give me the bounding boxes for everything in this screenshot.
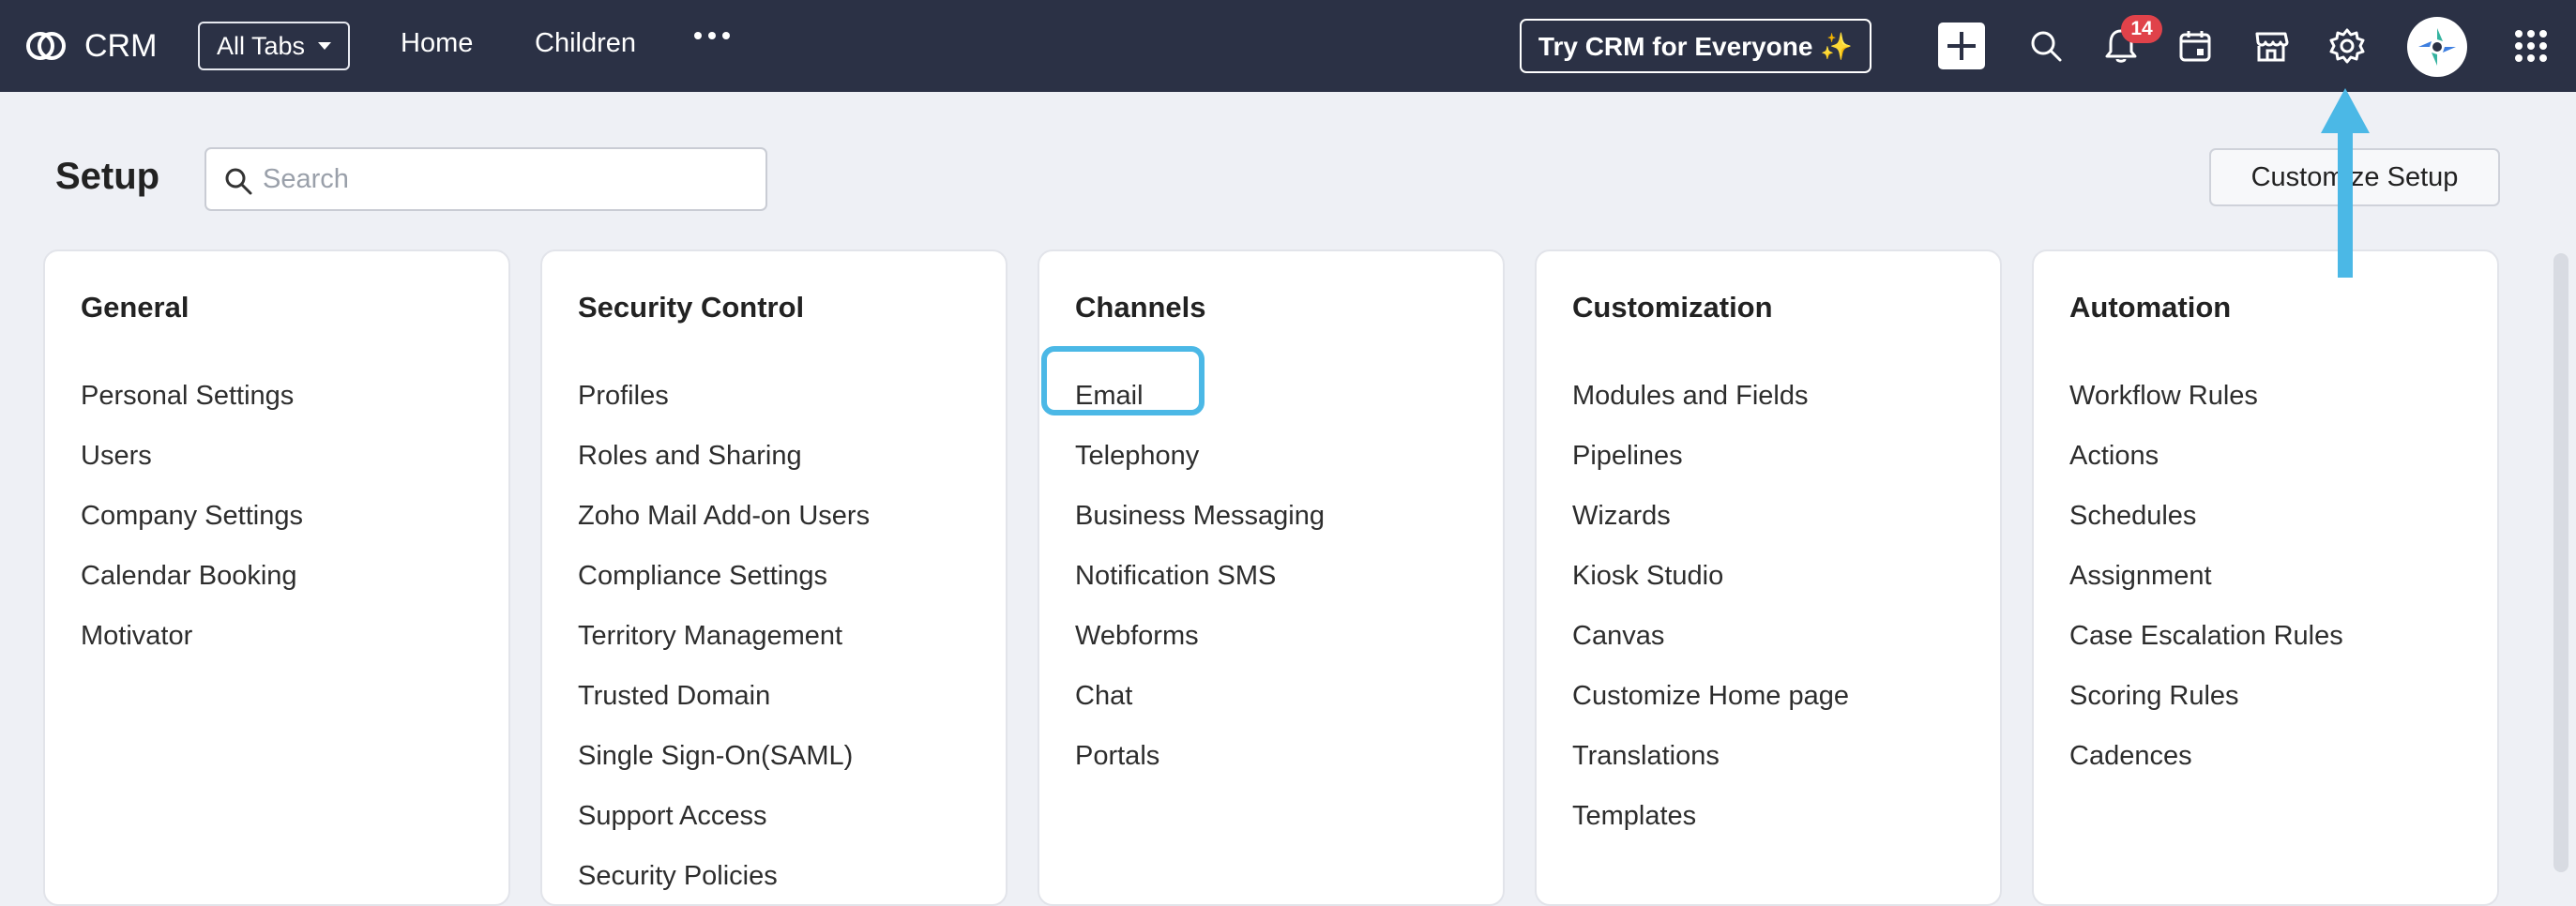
card-item-list: Email Telephony Business Messaging Notif… (1075, 366, 1325, 786)
setup-link-pipelines[interactable]: Pipelines (1572, 426, 1849, 486)
search-icon (225, 168, 252, 195)
setup-link-webforms[interactable]: Webforms (1075, 606, 1325, 666)
all-tabs-label: All Tabs (217, 31, 306, 60)
setup-link-cadences[interactable]: Cadences (2069, 726, 2343, 786)
card-item-list: Profiles Roles and Sharing Zoho Mail Add… (578, 366, 870, 906)
gear-icon[interactable] (2328, 27, 2366, 65)
setup-link-territory-management[interactable]: Territory Management (578, 606, 870, 666)
setup-link-calendar-booking[interactable]: Calendar Booking (81, 546, 303, 606)
more-horizontal-icon[interactable] (694, 32, 730, 39)
card-title: Customization (1572, 291, 1773, 324)
page-title: Setup (55, 156, 160, 197)
arrow-up-icon (2321, 88, 2370, 278)
setup-link-company-settings[interactable]: Company Settings (81, 486, 303, 546)
app-grid-icon[interactable] (2515, 30, 2547, 62)
setup-link-templates[interactable]: Templates (1572, 786, 1849, 846)
all-tabs-dropdown[interactable]: All Tabs (198, 22, 350, 70)
card-automation: Automation Workflow Rules Actions Schedu… (2032, 249, 2499, 906)
email-highlight-box (1041, 346, 1205, 415)
caret-down-icon (318, 42, 332, 50)
card-title: Channels (1075, 291, 1206, 324)
setup-link-personal-settings[interactable]: Personal Settings (81, 366, 303, 426)
setup-link-kiosk-studio[interactable]: Kiosk Studio (1572, 546, 1849, 606)
plus-icon[interactable] (1938, 23, 1985, 69)
setup-link-wizards[interactable]: Wizards (1572, 486, 1849, 546)
notification-count-badge: 14 (2121, 15, 2162, 43)
card-item-list: Workflow Rules Actions Schedules Assignm… (2069, 366, 2343, 786)
setup-link-compliance-settings[interactable]: Compliance Settings (578, 546, 870, 606)
setup-link-scoring-rules[interactable]: Scoring Rules (2069, 666, 2343, 726)
setup-link-workflow-rules[interactable]: Workflow Rules (2069, 366, 2343, 426)
setup-link-roles-and-sharing[interactable]: Roles and Sharing (578, 426, 870, 486)
page-scrollbar[interactable] (2553, 253, 2568, 872)
setup-link-modules-and-fields[interactable]: Modules and Fields (1572, 366, 1849, 426)
avatar-icon[interactable] (2407, 17, 2467, 77)
crm-logo-icon (26, 32, 66, 60)
setup-link-telephony[interactable]: Telephony (1075, 426, 1325, 486)
setup-link-chat[interactable]: Chat (1075, 666, 1325, 726)
setup-link-translations[interactable]: Translations (1572, 726, 1849, 786)
brand[interactable]: CRM (23, 23, 157, 69)
card-general: General Personal Settings Users Company … (43, 249, 510, 906)
search-box[interactable] (205, 147, 767, 211)
card-security-control: Security Control Profiles Roles and Shar… (540, 249, 1008, 906)
store-icon[interactable] (2252, 28, 2290, 64)
search-input[interactable] (263, 157, 750, 202)
card-item-list: Modules and Fields Pipelines Wizards Kio… (1572, 366, 1849, 846)
setup-link-trusted-domain[interactable]: Trusted Domain (578, 666, 870, 726)
setup-link-profiles[interactable]: Profiles (578, 366, 870, 426)
brand-name: CRM (84, 27, 158, 64)
card-customization: Customization Modules and Fields Pipelin… (1535, 249, 2002, 906)
setup-link-case-escalation-rules[interactable]: Case Escalation Rules (2069, 606, 2343, 666)
calendar-icon[interactable] (2177, 28, 2213, 64)
setup-link-assignment[interactable]: Assignment (2069, 546, 2343, 606)
setup-link-notification-sms[interactable]: Notification SMS (1075, 546, 1325, 606)
search-icon[interactable] (2029, 29, 2063, 63)
setup-link-customize-home-page[interactable]: Customize Home page (1572, 666, 1849, 726)
setup-link-motivator[interactable]: Motivator (81, 606, 303, 666)
nav-children[interactable]: Children (535, 28, 636, 59)
setup-link-business-messaging[interactable]: Business Messaging (1075, 486, 1325, 546)
setup-link-single-sign-on[interactable]: Single Sign-On(SAML) (578, 726, 870, 786)
card-title: General (81, 291, 189, 324)
setup-link-zoho-mail-addon-users[interactable]: Zoho Mail Add-on Users (578, 486, 870, 546)
card-title: Security Control (578, 291, 805, 324)
setup-link-users[interactable]: Users (81, 426, 303, 486)
setup-link-security-policies[interactable]: Security Policies (578, 846, 870, 906)
setup-link-actions[interactable]: Actions (2069, 426, 2343, 486)
setup-link-support-access[interactable]: Support Access (578, 786, 870, 846)
try-crm-button[interactable]: Try CRM for Everyone ✨ (1520, 19, 1871, 73)
setup-link-schedules[interactable]: Schedules (2069, 486, 2343, 546)
card-title: Automation (2069, 291, 2232, 324)
nav-home[interactable]: Home (401, 28, 473, 59)
setup-link-canvas[interactable]: Canvas (1572, 606, 1849, 666)
card-item-list: Personal Settings Users Company Settings… (81, 366, 303, 666)
top-navigation-bar: CRM All Tabs Home Children Try CRM for E… (0, 0, 2576, 92)
setup-link-portals[interactable]: Portals (1075, 726, 1325, 786)
